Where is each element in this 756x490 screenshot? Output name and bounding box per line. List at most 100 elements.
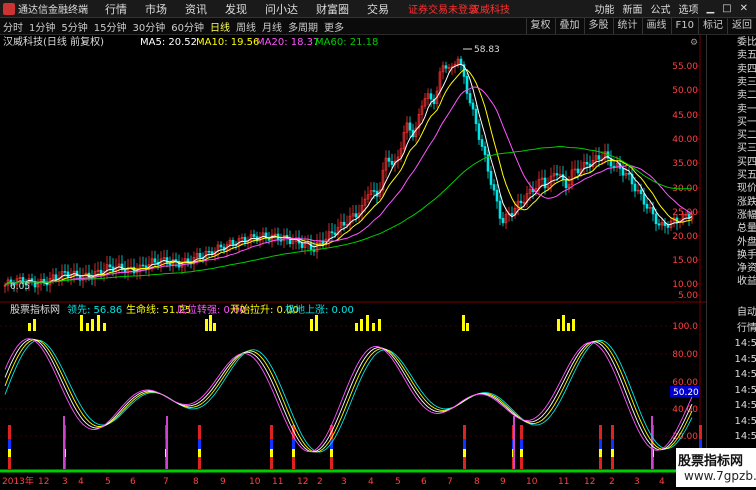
signal-bar-yellow	[330, 449, 333, 457]
window-close-icon[interactable]: ✕	[740, 3, 748, 14]
tab-multi-period[interactable]: 多周期	[285, 19, 321, 34]
candle-body	[468, 93, 472, 104]
tab-monthly[interactable]: 月线	[259, 19, 285, 34]
indicator-y-tick: 80.00	[672, 350, 698, 360]
x-axis-label: 6	[130, 477, 136, 487]
kline-chart[interactable]: 汉威科技(日线 前复权) MA5: 20.52 MA10: 19.56 MA20…	[0, 35, 706, 487]
x-axis-label: 8	[474, 477, 480, 487]
candle-body	[477, 123, 481, 140]
side-label: 涨跌	[737, 196, 756, 208]
chart-settings-icon[interactable]: ⚙	[690, 38, 698, 48]
candle-body	[510, 213, 514, 216]
tool-back[interactable]: 返回	[727, 18, 756, 34]
tab-60min[interactable]: 60分钟	[168, 19, 207, 34]
menu-new-page[interactable]: 新面	[622, 1, 642, 16]
tab-1min[interactable]: 1分钟	[26, 19, 58, 34]
menu-options[interactable]: 选项	[678, 1, 698, 16]
tool-draw-line[interactable]: 画线	[641, 18, 671, 34]
top-signal-bar	[33, 319, 36, 331]
indicator-y-tick: 40.00	[672, 405, 698, 415]
candle-body	[492, 184, 496, 191]
side-bottom-label: 14:5	[734, 353, 756, 365]
x-axis-label: 12	[584, 477, 595, 487]
candle-body	[555, 173, 559, 176]
tool-multi-stock[interactable]: 多股	[583, 18, 613, 34]
menu-news[interactable]: 资讯	[185, 1, 207, 17]
side-bottom-label: 14:5	[734, 415, 756, 427]
candle-body	[141, 264, 145, 267]
signal-bar-blue	[270, 439, 273, 449]
tab-15min[interactable]: 15分钟	[91, 19, 130, 34]
side-bottom-label: 14:5	[734, 338, 756, 349]
candle-body	[198, 253, 202, 258]
top-signal-bar	[355, 323, 358, 331]
signal-bar-blue	[463, 439, 466, 449]
candle-body	[657, 223, 661, 226]
candle-body	[66, 271, 70, 278]
tool-restore-rights[interactable]: 复权	[525, 18, 555, 34]
menu-quotes[interactable]: 行情	[105, 1, 127, 17]
top-signal-bar	[378, 319, 381, 331]
menu-trade[interactable]: 交易	[367, 1, 389, 17]
y-tick-label: 5.00	[678, 291, 698, 301]
menu-wealth[interactable]: 财富圈	[316, 1, 349, 17]
chart-area[interactable]: 汉威科技(日线 前复权) MA5: 20.52 MA10: 19.56 MA20…	[0, 35, 706, 487]
top-signal-bar	[91, 319, 94, 331]
top-signal-bar	[315, 315, 318, 331]
top-signal-bar	[572, 319, 575, 331]
x-axis-label: 5	[395, 477, 401, 487]
indicator-y-tick: 100.0	[672, 322, 698, 332]
tab-30min[interactable]: 30分钟	[129, 19, 168, 34]
tab-daily[interactable]: 日线	[207, 19, 233, 34]
menu-discover[interactable]: 发现	[225, 1, 247, 17]
top-signal-bar	[97, 315, 100, 331]
tool-mark[interactable]: 标记	[698, 18, 727, 34]
menu-function[interactable]: 功能	[594, 1, 614, 16]
tool-f10[interactable]: F10	[670, 18, 698, 34]
candle-body	[252, 234, 256, 237]
candle-body	[501, 218, 505, 224]
y-tick-label: 50.00	[672, 86, 698, 96]
tool-overlay[interactable]: 叠加	[554, 18, 584, 34]
candle-body	[153, 258, 157, 263]
main-menu: 行情 市场 资讯 发现 问小达 财富圈 交易	[96, 1, 398, 17]
side-label: 换手	[737, 249, 756, 261]
top-signal-bar	[360, 319, 363, 331]
tool-stats[interactable]: 统计	[612, 18, 642, 34]
menu-market[interactable]: 市场	[145, 1, 167, 17]
login-alert[interactable]: 证券交易未登录	[408, 1, 478, 16]
top-signal-bar	[209, 315, 212, 331]
candle-body	[654, 213, 658, 225]
candle-body	[645, 203, 649, 209]
tab-timeshare[interactable]: 分时	[0, 19, 26, 34]
top-signal-bar	[466, 323, 469, 331]
high-price-marker: 58.83	[474, 45, 500, 55]
x-axis-label: 4	[659, 477, 665, 487]
side-label: 买二	[737, 130, 756, 142]
menu-ask[interactable]: 问小达	[265, 1, 298, 17]
y-tick-label: 45.00	[672, 111, 698, 121]
tab-5min[interactable]: 5分钟	[58, 19, 90, 34]
signal-bar-yellow	[8, 449, 11, 457]
candle-body	[390, 161, 394, 165]
candle-body	[219, 244, 223, 248]
window-min-icon[interactable]: ▁	[706, 3, 714, 14]
top-signal-bar	[567, 323, 570, 331]
top-signal-bar	[372, 323, 375, 331]
top-signal-bar	[103, 323, 106, 331]
menu-formula[interactable]: 公式	[650, 1, 670, 16]
candle-body	[330, 231, 334, 234]
candle-body	[333, 232, 337, 235]
window-max-icon[interactable]: □	[722, 3, 731, 14]
tab-weekly[interactable]: 周线	[233, 19, 259, 34]
y-tick-label: 15.00	[672, 256, 698, 266]
side-bottom-label: 自动	[737, 307, 756, 318]
candle-body	[387, 157, 391, 162]
low-price-marker: 6.05	[10, 282, 30, 292]
side-label: 净资	[737, 263, 756, 275]
tab-more[interactable]: 更多	[321, 19, 347, 34]
site-watermark: 股票指标网 www.7gpzb.com	[676, 448, 756, 487]
quote-side-panel: 委比 卖五 卖四 卖三 卖二 卖一 买一 买二 买三 买四 买五 现价 涨跌 涨幅 总量 外盘 换手 净资 收益 自动…	[706, 35, 756, 487]
indicator-name: 股票指标网	[10, 303, 60, 316]
candle-body	[279, 239, 283, 242]
